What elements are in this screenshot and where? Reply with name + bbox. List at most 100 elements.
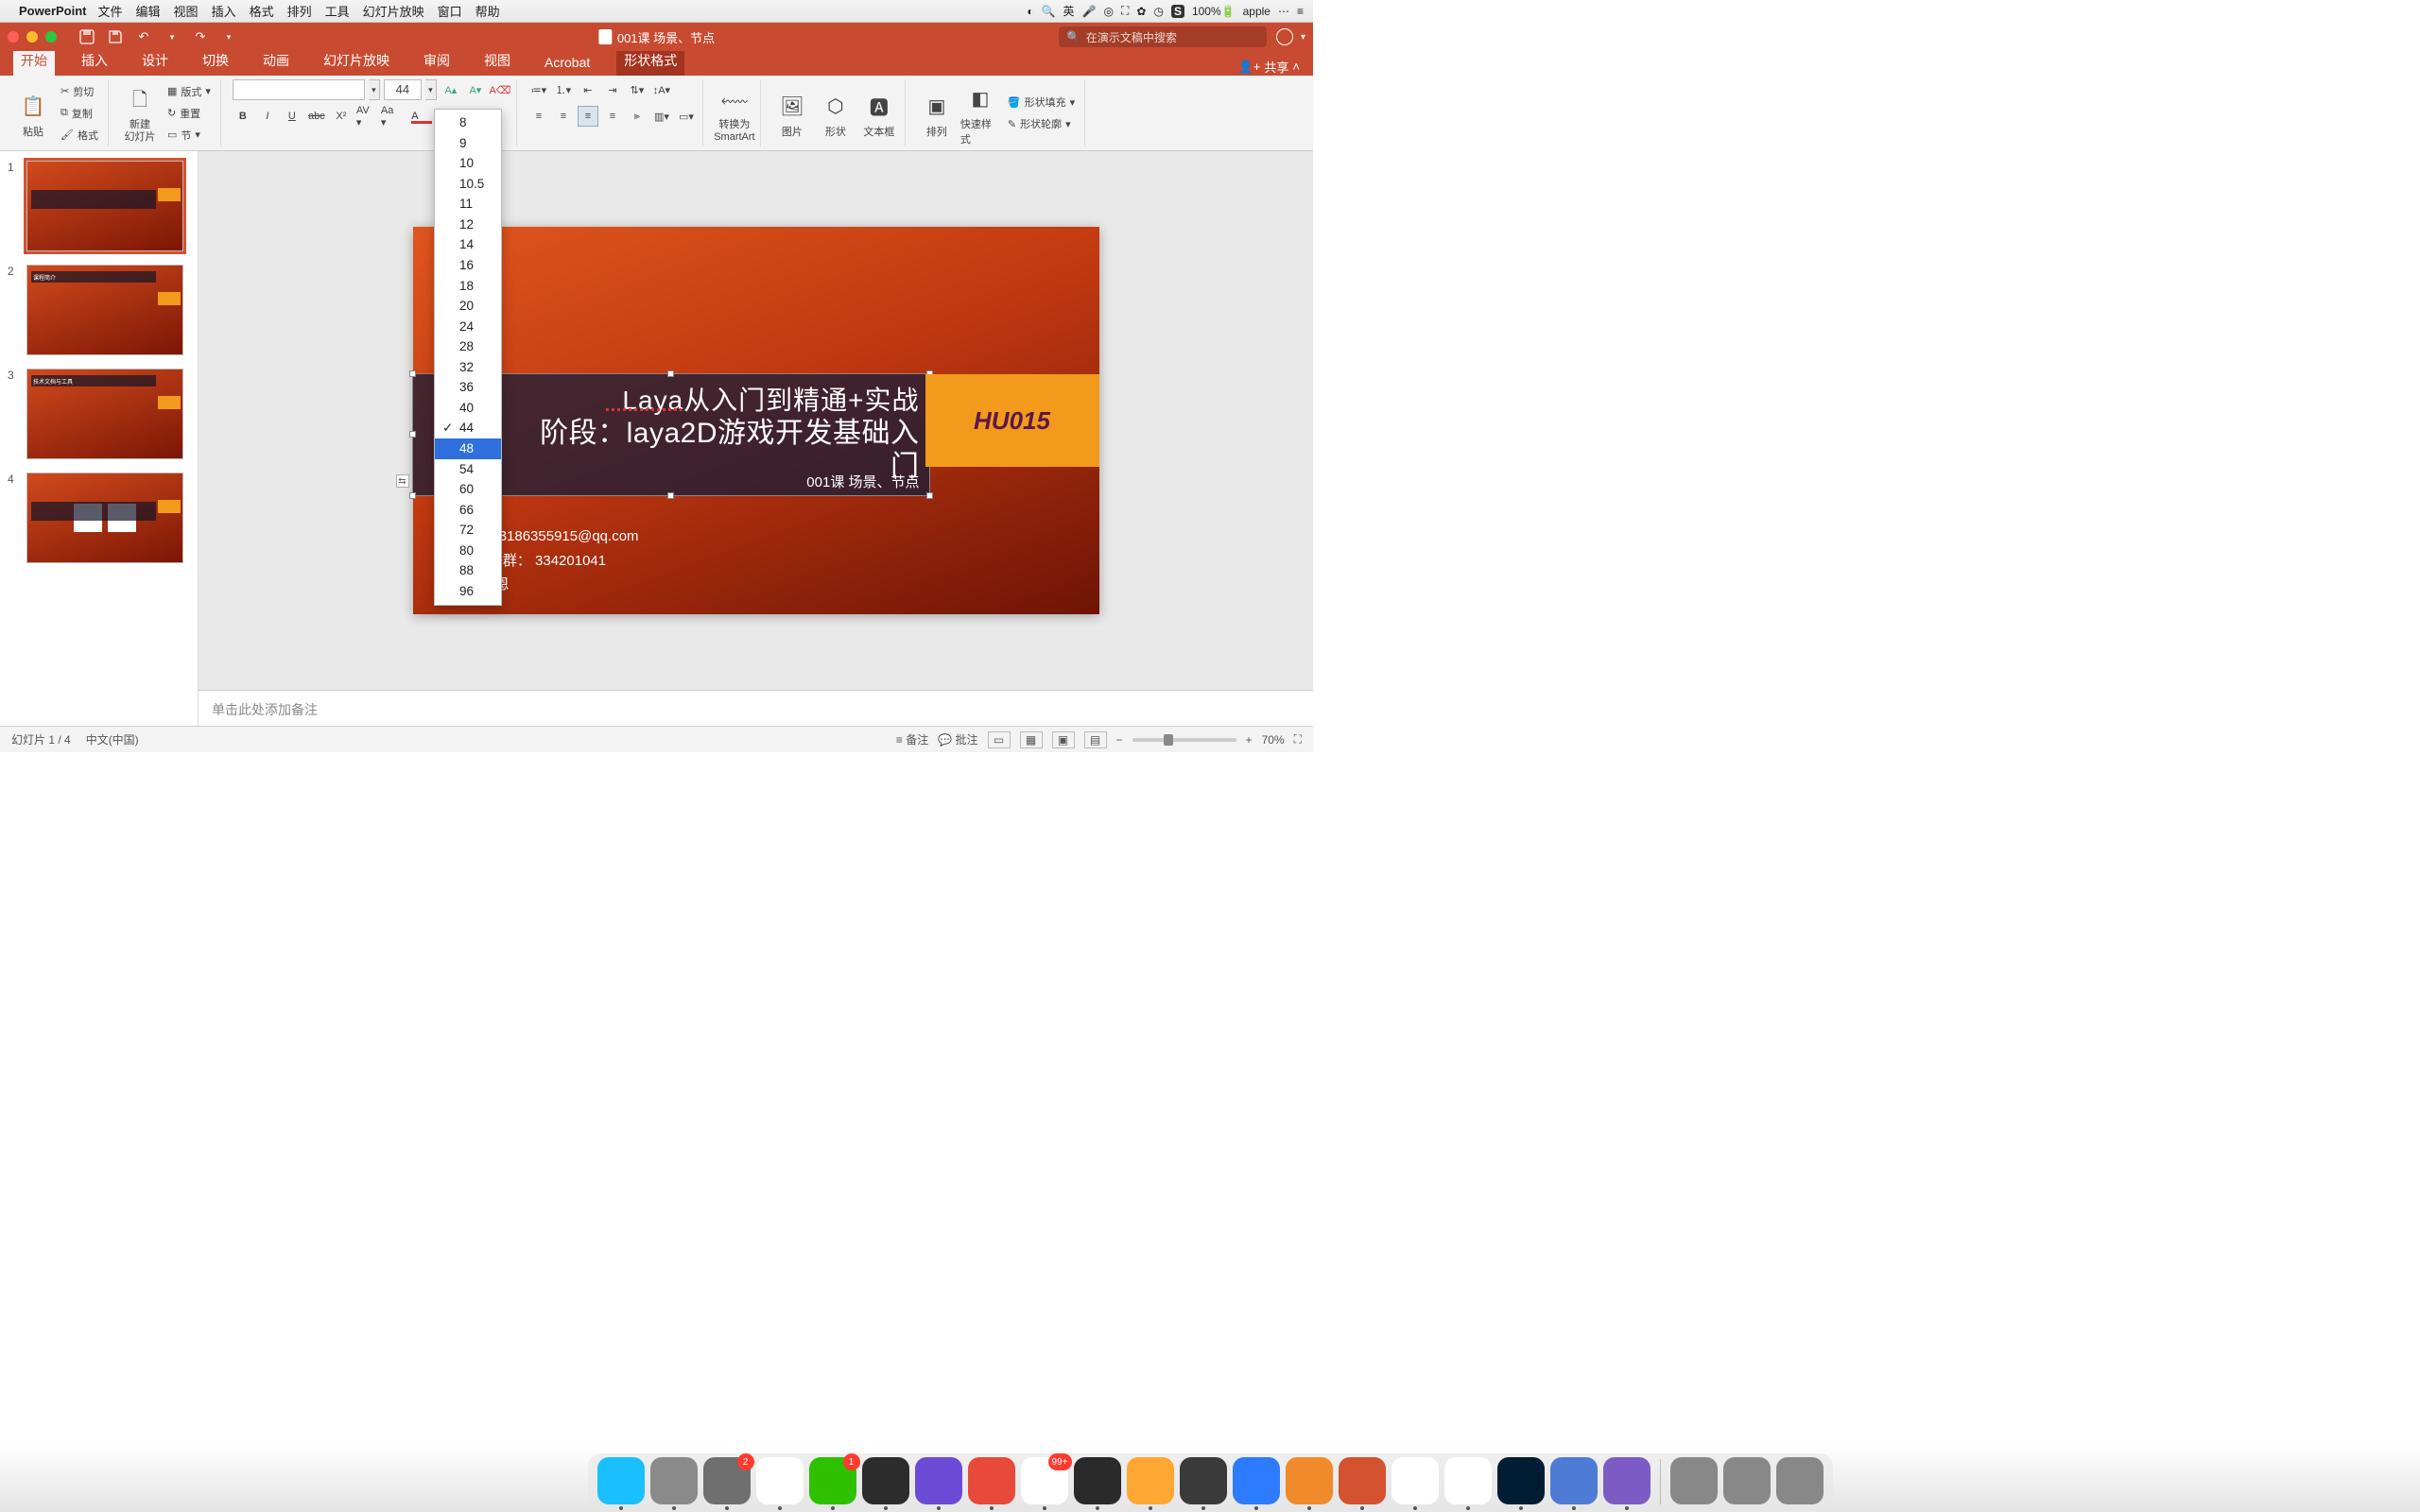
font-size-option-72[interactable]: 72 [435,520,501,541]
menu-edit[interactable]: 编辑 [136,2,161,20]
save-button[interactable] [106,27,125,46]
dock-axure[interactable] [1603,1457,1651,1504]
thumbnail-4[interactable]: 4 [8,472,190,563]
thumbnail-2[interactable]: 2课程简介 [8,265,190,355]
control-center-icon[interactable]: ⋯ [1278,5,1289,18]
columns-button[interactable]: ▥▾ [651,106,672,127]
battery-indicator[interactable]: 100% 🔋 [1192,5,1236,18]
align-center-button[interactable]: ≡ [553,106,574,127]
tab-review[interactable]: 审阅 [416,47,458,76]
copy-button[interactable]: ⧉复制 [57,104,102,123]
siri-icon[interactable]: ◎ [1104,5,1114,18]
zoom-in-button[interactable]: + [1246,733,1253,747]
align-justify-button[interactable]: ≡ [602,106,623,127]
font-family-input[interactable] [233,79,365,100]
language-indicator[interactable]: 中文(中国) [86,731,139,747]
minimize-button[interactable] [26,31,38,43]
dock-photoshop[interactable] [1497,1457,1545,1504]
tab-home[interactable]: 开始 [13,47,55,76]
font-size-option-8[interactable]: 8 [435,112,501,133]
font-size-option-16[interactable]: 16 [435,255,501,276]
dock-finder[interactable] [597,1457,645,1504]
tab-design[interactable]: 设计 [134,47,176,76]
user-name[interactable]: apple [1243,5,1270,18]
distribute-button[interactable]: ⫸ [627,106,648,127]
font-size-option-11[interactable]: 11 [435,194,501,215]
dock-itunes[interactable] [1444,1457,1492,1504]
dock-chrome[interactable] [756,1457,804,1504]
shape-button[interactable]: ⬡形状 [816,88,856,139]
tab-insert[interactable]: 插入 [74,47,115,76]
undo-dropdown[interactable]: ▾ [163,27,182,46]
menu-file[interactable]: 文件 [98,2,123,20]
font-family-dropdown[interactable]: ▾ [369,79,380,100]
dock-powerpoint[interactable] [1339,1457,1386,1504]
dock-settings[interactable]: 2 [703,1457,751,1504]
close-button[interactable] [8,31,19,43]
dock-youdao[interactable] [968,1457,1015,1504]
sorter-view-button[interactable]: ▦ [1020,731,1043,748]
bullets-button[interactable]: ≔▾ [528,79,549,100]
dock-webstorm[interactable] [1074,1457,1121,1504]
font-size-option-66[interactable]: 66 [435,500,501,521]
comments-toggle[interactable]: 💬 批注 [938,731,977,747]
menu-slideshow[interactable]: 幻灯片放映 [363,2,424,20]
bold-button[interactable]: B [233,106,253,127]
mic-icon[interactable]: 🎤 [1082,5,1097,18]
notes-toggle[interactable]: ≡ 备注 [896,731,928,747]
font-size-option-36[interactable]: 36 [435,377,501,398]
dock-baidu[interactable] [1233,1457,1280,1504]
font-size-option-80[interactable]: 80 [435,541,501,561]
font-size-option-48[interactable]: 48 [435,438,501,459]
dock-phpstorm[interactable] [915,1457,962,1504]
superscript-button[interactable]: X² [331,106,352,127]
quickstyle-button[interactable]: ◧快速样式 [960,80,1000,146]
clear-format-button[interactable]: A⌫ [490,79,510,100]
tab-slideshow[interactable]: 幻灯片放映 [316,47,397,76]
font-size-option-9[interactable]: 9 [435,133,501,154]
font-size-option-18[interactable]: 18 [435,276,501,297]
menu-icon[interactable]: ≡ [1297,5,1304,18]
font-size-option-54[interactable]: 54 [435,459,501,480]
zoom-out-button[interactable]: − [1116,733,1123,747]
font-size-option-12[interactable]: 12 [435,215,501,235]
dock-bull[interactable] [1286,1457,1333,1504]
dock-edge[interactable] [1392,1457,1439,1504]
redo-button[interactable]: ↷ [191,27,210,46]
font-size-dropdown-menu[interactable]: 891010.511121416182024283236404448546066… [434,109,502,606]
change-case-button[interactable]: Aa ▾ [380,106,401,127]
app-name[interactable]: PowerPoint [19,4,87,18]
font-size-option-28[interactable]: 28 [435,336,501,357]
align-left-button[interactable]: ≡ [528,106,549,127]
decrease-indent-button[interactable]: ⇤ [578,79,598,100]
increase-indent-button[interactable]: ⇥ [602,79,623,100]
dock-folder[interactable] [1670,1457,1718,1504]
font-size-option-96[interactable]: 96 [435,581,501,602]
font-size-input[interactable]: 44 [384,79,422,100]
menu-insert[interactable]: 插入 [212,2,236,20]
format-painter-button[interactable]: 🖌格式 [57,126,102,145]
layout-marker[interactable]: ⇆ [396,474,409,488]
tab-view[interactable]: 视图 [476,47,518,76]
tab-animation[interactable]: 动画 [255,47,297,76]
tab-transition[interactable]: 切换 [195,47,236,76]
zoom-button[interactable] [45,31,57,43]
font-size-dropdown[interactable]: ▾ [425,79,437,100]
menu-view[interactable]: 视图 [174,2,199,20]
increase-font-button[interactable]: A▴ [441,79,461,100]
arrange-button[interactable]: ▣排列 [917,88,957,139]
char-spacing-button[interactable]: AV ▾ [355,106,376,127]
zoom-slider[interactable] [1132,738,1236,742]
text-direction-button[interactable]: ↕A▾ [651,79,672,100]
layout-button[interactable]: ▦版式 ▾ [164,82,215,101]
font-size-option-10[interactable]: 10 [435,153,501,174]
slide-thumbnails[interactable]: 1 2课程简介 3技术文档与工具 4 [0,151,199,726]
menu-arrange[interactable]: 排列 [287,2,312,20]
font-size-option-20[interactable]: 20 [435,296,501,317]
tab-shape-format[interactable]: 形状格式 [616,47,684,76]
fit-window-button[interactable]: ⛶ [1294,732,1302,747]
dock-launchpad[interactable] [650,1457,698,1504]
spotlight-icon[interactable]: 🔍 [1042,5,1056,18]
section-button[interactable]: ▭节 ▾ [164,126,215,145]
clock-icon[interactable]: ◷ [1153,5,1163,18]
